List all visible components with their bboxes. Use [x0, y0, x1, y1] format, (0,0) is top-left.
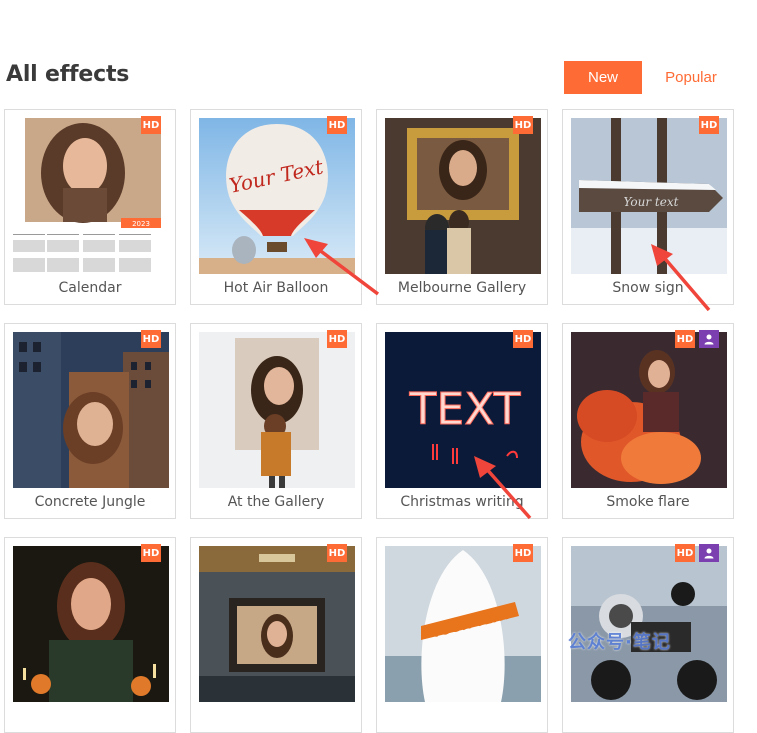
watermark: 公众号·笔记 [568, 632, 671, 653]
calendar-thumbnail: 2023 [13, 118, 169, 274]
hd-badge: HD [327, 544, 347, 562]
concrete-jungle-thumbnail [13, 332, 169, 488]
effect-card-calendar[interactable]: 2023 HD Calendar [4, 109, 176, 305]
page-title: All effects [6, 62, 130, 87]
effect-card-row3-2[interactable]: HD [190, 537, 362, 733]
effect-label: Snow sign [612, 280, 684, 296]
melbourne-gallery-thumbnail [385, 118, 541, 274]
hd-badge: HD [141, 330, 161, 348]
effect-card-snow-sign[interactable]: Your text HD Snow sign [562, 109, 734, 305]
effect-card-melbourne-gallery[interactable]: HD Melbourne Gallery [376, 109, 548, 305]
tab-popular-button[interactable]: Popular [652, 61, 730, 94]
sign-overlay-text: Your text [624, 195, 679, 209]
at-the-gallery-thumbnail [199, 332, 355, 488]
effect-card-concrete-jungle[interactable]: HD Concrete Jungle [4, 323, 176, 519]
effect-label: Hot Air Balloon [223, 280, 329, 296]
effect-label: Concrete Jungle [34, 494, 146, 510]
hd-badge: HD [675, 330, 695, 348]
hd-badge: HD [513, 330, 533, 348]
effect-label: At the Gallery [227, 494, 325, 510]
christmas-writing-thumbnail: TEXT [385, 332, 541, 488]
sparkler-overlay-text: TEXT [409, 384, 521, 435]
tab-new-button[interactable]: New [564, 61, 642, 94]
premium-user-icon [699, 330, 719, 348]
hd-badge: HD [327, 116, 347, 134]
hd-badge: HD [675, 544, 695, 562]
hd-badge: HD [327, 330, 347, 348]
effect-card-christmas-writing[interactable]: TEXT HD Christmas writing [376, 323, 548, 519]
hd-badge: HD [141, 116, 161, 134]
effect-label: Christmas writing [400, 494, 524, 510]
calendar-year: 2023 [132, 220, 150, 228]
effect-card-at-the-gallery[interactable]: HD At the Gallery [190, 323, 362, 519]
hd-badge: HD [699, 116, 719, 134]
smoke-flare-thumbnail [571, 332, 727, 488]
effect-card-row3-3[interactable]: YOUR TEXT HD [376, 537, 548, 733]
effect-label: Melbourne Gallery [397, 280, 527, 296]
effect-card-hot-air-balloon[interactable]: Your Text HD Hot Air Balloon [190, 109, 362, 305]
hd-badge: HD [513, 116, 533, 134]
effect-card-smoke-flare[interactable]: HD Smoke flare [562, 323, 734, 519]
hd-badge: HD [141, 544, 161, 562]
effect-label: Smoke flare [606, 494, 690, 510]
effect-label: Calendar [58, 280, 122, 296]
snow-sign-thumbnail: Your text [571, 118, 727, 274]
premium-user-icon [699, 544, 719, 562]
hot-air-balloon-thumbnail: Your Text [199, 118, 355, 274]
effect-card-row3-1[interactable]: HD [4, 537, 176, 733]
hd-badge: HD [513, 544, 533, 562]
